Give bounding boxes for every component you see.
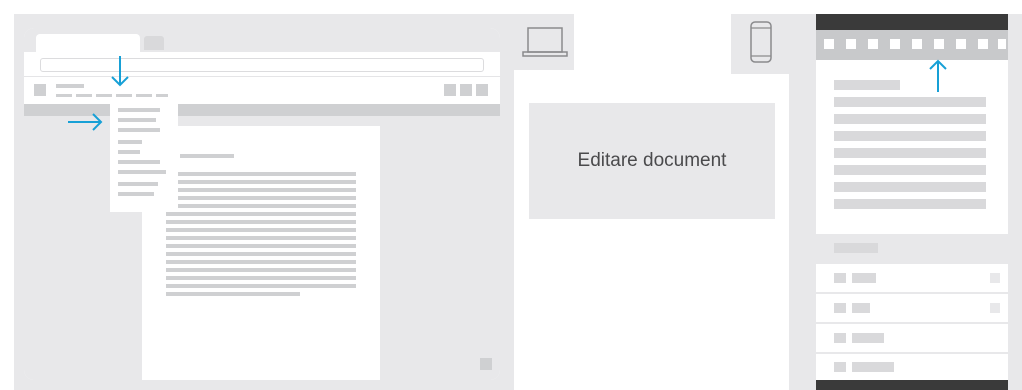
doc-title-placeholder <box>56 84 84 88</box>
dropdown-item[interactable] <box>118 108 160 112</box>
doc-line <box>166 172 356 176</box>
list-item-label <box>852 303 870 313</box>
center-label: Editare document <box>577 150 727 171</box>
mobile-bottom-bar <box>816 380 1008 390</box>
list-item-icon <box>834 362 846 372</box>
mobile-toolbar-button[interactable] <box>890 39 900 49</box>
doc-line <box>166 212 356 216</box>
list-item-label <box>852 362 894 372</box>
list-item-toggle[interactable] <box>990 273 1000 283</box>
doc-line <box>166 220 356 224</box>
corner-button[interactable] <box>480 358 492 370</box>
center-label-box: Editare document <box>529 103 775 219</box>
dropdown-item[interactable] <box>118 170 166 174</box>
address-bar[interactable] <box>40 58 484 72</box>
mobile-doc-heading <box>834 80 900 90</box>
mobile-toolbar-button[interactable] <box>824 39 834 49</box>
doc-line <box>166 196 356 200</box>
mobile-toolbar-button[interactable] <box>868 39 878 49</box>
dropdown-item[interactable] <box>118 160 160 164</box>
mobile-doc-line <box>834 97 986 107</box>
mobile-toolbar-button[interactable] <box>978 39 988 49</box>
list-item-icon <box>834 303 846 313</box>
mobile-doc-line <box>834 131 986 141</box>
doc-line <box>166 204 356 208</box>
toolbar-button-1[interactable] <box>444 84 456 96</box>
doc-line <box>166 276 356 280</box>
mobile-doc-line <box>834 114 986 124</box>
dropdown-item[interactable] <box>118 150 140 154</box>
toolbar-button-3[interactable] <box>476 84 488 96</box>
doc-line <box>166 244 356 248</box>
mobile-section-header <box>834 243 878 253</box>
list-item-label <box>852 333 884 343</box>
mobile-toolbar-button[interactable] <box>998 39 1006 49</box>
mobile-toolbar-button[interactable] <box>912 39 922 49</box>
browser-tab-inactive[interactable] <box>144 36 164 50</box>
dropdown-item[interactable] <box>118 192 154 196</box>
mobile-doc-line <box>834 148 986 158</box>
list-item-icon <box>834 333 846 343</box>
laptop-icon <box>522 24 568 65</box>
dropdown-item[interactable] <box>118 140 142 144</box>
doc-heading-line <box>180 154 234 158</box>
list-item-icon <box>834 273 846 283</box>
mobile-doc-line <box>834 182 986 192</box>
menu-item-6[interactable] <box>156 94 168 97</box>
doc-line <box>166 180 356 184</box>
list-item-label <box>852 273 876 283</box>
mobile-toolbar-button[interactable] <box>956 39 966 49</box>
arrow-up-icon <box>928 58 948 99</box>
doc-line <box>166 252 356 256</box>
doc-line <box>166 236 356 240</box>
menu-item-4[interactable] <box>116 94 132 97</box>
dropdown-item[interactable] <box>118 118 156 122</box>
menu-item-2[interactable] <box>76 94 92 97</box>
doc-line <box>166 188 356 192</box>
arrow-down-icon <box>110 56 130 93</box>
dropdown-item[interactable] <box>118 182 158 186</box>
menu-item-3[interactable] <box>96 94 112 97</box>
mobile-toolbar-button[interactable] <box>846 39 856 49</box>
toolbar-button-2[interactable] <box>460 84 472 96</box>
browser-window <box>24 28 500 380</box>
mobile-toolbar-button[interactable] <box>934 39 944 49</box>
doc-line <box>166 228 356 232</box>
doc-line <box>166 268 356 272</box>
doc-line <box>166 260 356 264</box>
phone-icon <box>749 20 773 69</box>
list-item-toggle[interactable] <box>990 303 1000 313</box>
mobile-doc-line <box>834 165 986 175</box>
mobile-top-bar <box>816 14 1008 30</box>
doc-logo <box>34 84 46 96</box>
mobile-doc-line <box>834 199 986 209</box>
doc-line <box>166 284 356 288</box>
menu-item-1[interactable] <box>56 94 72 97</box>
browser-tab-active[interactable] <box>36 34 140 52</box>
menu-item-5[interactable] <box>136 94 152 97</box>
doc-line-last <box>166 292 300 296</box>
dropdown-item[interactable] <box>118 128 160 132</box>
arrow-right-icon <box>68 112 104 137</box>
